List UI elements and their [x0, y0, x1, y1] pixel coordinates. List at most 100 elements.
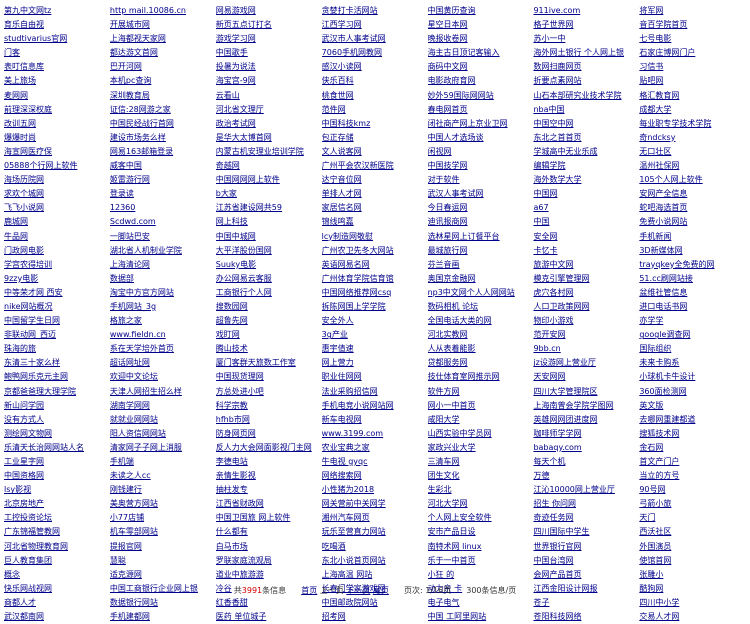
directory-link[interactable]: 妙外59国际网网站 — [428, 91, 494, 100]
directory-link[interactable]: 白马市场 — [216, 542, 248, 551]
directory-link[interactable]: 开展城市网 — [110, 20, 150, 29]
directory-link[interactable]: 上海都视天家网 — [110, 34, 166, 43]
directory-link[interactable]: babaqy.com — [533, 443, 581, 452]
directory-link[interactable]: 登录读 — [110, 189, 134, 198]
directory-link[interactable]: 农业宝典之家 — [322, 443, 370, 452]
directory-link[interactable]: 105个人网上软件 — [639, 175, 702, 184]
directory-link[interactable]: 奇越网 — [216, 161, 240, 170]
directory-link[interactable]: 牛电视 gyqc — [322, 457, 368, 466]
directory-link[interactable]: 家居信名网 — [322, 203, 362, 212]
directory-link[interactable]: 成都大学 — [639, 105, 671, 114]
directory-link[interactable]: 鹿城网 — [4, 217, 28, 226]
directory-link[interactable]: 东清三十家么样 — [4, 358, 60, 367]
directory-link[interactable]: 芬兰音画 — [428, 260, 460, 269]
directory-link[interactable]: 中国歌手 — [216, 48, 248, 57]
directory-link[interactable]: 中国卫国旅 网上软件 — [216, 513, 291, 522]
directory-link[interactable]: 苏小一中 — [533, 34, 565, 43]
directory-link[interactable]: 中国现货理网 — [216, 372, 264, 381]
directory-link[interactable]: 范开安网 — [533, 330, 565, 339]
directory-link[interactable]: 交易人才网 — [639, 612, 679, 621]
directory-link[interactable]: 非联动网_西迈 — [4, 330, 56, 339]
directory-link[interactable]: 电影政府育网 — [428, 76, 476, 85]
directory-link[interactable]: 人从表着能影 — [428, 344, 476, 353]
directory-link[interactable]: 小性猪为2018 — [322, 485, 374, 494]
directory-link[interactable]: 商都人才 — [4, 598, 36, 607]
directory-link[interactable]: 感汉小读网 — [322, 62, 362, 71]
directory-link[interactable]: 上海南曾会学院学图网 — [533, 401, 613, 410]
directory-link[interactable]: 将军网 — [639, 6, 663, 15]
directory-link[interactable]: 9bb.cn — [533, 344, 560, 353]
directory-link[interactable]: 苍子 — [533, 598, 549, 607]
directory-link[interactable]: 小狂 的 — [428, 570, 455, 579]
directory-link[interactable]: 吃喝酒 — [322, 542, 346, 551]
directory-link[interactable]: 西沃社区 — [639, 527, 671, 536]
directory-link[interactable]: 拆陈网国上学学院 — [322, 302, 386, 311]
directory-link[interactable]: 云看山 — [216, 91, 240, 100]
directory-link[interactable]: 贴吧网 — [639, 76, 663, 85]
directory-link[interactable]: 弓箭小旅 — [639, 499, 671, 508]
directory-link[interactable]: 搜狐技术网 — [639, 429, 679, 438]
directory-link[interactable]: 晚报收卷网 — [428, 34, 468, 43]
directory-link[interactable]: 北京房地产 — [4, 499, 44, 508]
directory-link[interactable]: 单排人才网 — [322, 189, 362, 198]
directory-link[interactable]: 闲视网 — [428, 147, 452, 156]
directory-link[interactable]: 手机电竞小说网站网 — [322, 401, 394, 410]
directory-link[interactable]: 生彩北 — [428, 485, 452, 494]
directory-link[interactable]: 海宣网医疗保 — [4, 147, 52, 156]
directory-link[interactable]: 科学宗教 — [216, 401, 248, 410]
directory-link[interactable]: 爆爆时尚 — [4, 133, 36, 142]
last-page-link[interactable]: 尾页 — [373, 586, 389, 595]
directory-link[interactable]: 亦学学 — [639, 316, 663, 325]
directory-link[interactable]: Suuky电影 — [216, 260, 256, 269]
directory-link[interactable]: 范件网 — [322, 105, 346, 114]
directory-link[interactable]: 山西实验中学员网 — [428, 429, 492, 438]
directory-link[interactable]: 石家庄博网门户 — [639, 48, 695, 57]
directory-link[interactable]: 中国技学网 — [428, 161, 468, 170]
directory-link[interactable]: 山石本部研究业技术学院 — [533, 91, 621, 100]
directory-link[interactable]: 安网产全信息 — [639, 189, 687, 198]
directory-link[interactable]: a67 — [533, 203, 548, 212]
directory-link[interactable]: 反人力大会网面影视门主网 — [216, 443, 312, 452]
directory-link[interactable]: 证信:28网游之家 — [110, 105, 171, 114]
directory-link[interactable]: 迪讯报商网 — [428, 217, 468, 226]
directory-link[interactable]: 格子世界网 — [533, 20, 573, 29]
directory-link[interactable]: 办公网易云客服 — [216, 274, 272, 283]
directory-link[interactable]: 江苏省建设网共59 — [216, 203, 282, 212]
directory-link[interactable]: 上海高温 网站 — [322, 570, 373, 579]
directory-link[interactable]: 中国科技kmz — [322, 119, 371, 128]
directory-link[interactable]: 每业职专学技术学院 — [639, 119, 711, 128]
directory-link[interactable]: 湘州汽车网页 — [322, 513, 370, 522]
directory-link[interactable]: 武汉人事考试网 — [428, 189, 484, 198]
directory-link[interactable]: www.fieldn.cn — [110, 330, 166, 339]
directory-link[interactable]: 本机pc查询 — [110, 76, 151, 85]
directory-link[interactable]: 未来卡购系 — [639, 358, 679, 367]
directory-link[interactable]: 侠乐百科 — [322, 76, 354, 85]
directory-link[interactable]: www.3199.com — [322, 429, 383, 438]
directory-link[interactable]: 个人网上安全软件 — [428, 513, 492, 522]
directory-link[interactable]: 贪婪打卡活网站 — [322, 6, 378, 15]
directory-link[interactable]: 天津人网招生招么样 — [110, 387, 182, 396]
directory-link[interactable]: 中国资格网 — [4, 471, 44, 480]
directory-link[interactable]: 9zzy电影 — [4, 274, 38, 283]
directory-link[interactable]: 张雕小 — [639, 570, 663, 579]
directory-link[interactable]: 刚钱建行 — [110, 485, 142, 494]
directory-link[interactable]: 巴开河网 — [110, 62, 142, 71]
directory-link[interactable]: 奇迹任务网 — [533, 513, 573, 522]
directory-link[interactable]: 招考网 — [322, 612, 346, 621]
directory-link[interactable]: 7060手机网教网 — [322, 48, 382, 57]
directory-link[interactable]: 湖北省人机制业学院 — [110, 246, 182, 255]
directory-link[interactable]: 中国邮政院网站 — [322, 598, 378, 607]
directory-link[interactable]: 江沁10000网上营业厅 — [533, 485, 614, 494]
directory-link[interactable]: 安全网 — [533, 232, 557, 241]
directory-link[interactable]: 网络搜索网 — [322, 471, 362, 480]
directory-link[interactable]: 三清车网 — [428, 457, 460, 466]
directory-link[interactable]: 网上科技 — [216, 217, 248, 226]
directory-link[interactable]: 奇ndcksy — [639, 133, 675, 142]
directory-link[interactable]: 英文版 — [639, 401, 663, 410]
directory-link[interactable]: hfhb市网 — [216, 415, 250, 424]
directory-link[interactable]: 江西省财政网 — [216, 499, 264, 508]
directory-link[interactable]: 世界银行官网 — [533, 542, 581, 551]
directory-link[interactable]: 无口壮区 — [639, 147, 671, 156]
directory-link[interactable]: 全国电话大类的网 — [428, 316, 492, 325]
directory-link[interactable]: 电子电气 — [428, 598, 460, 607]
